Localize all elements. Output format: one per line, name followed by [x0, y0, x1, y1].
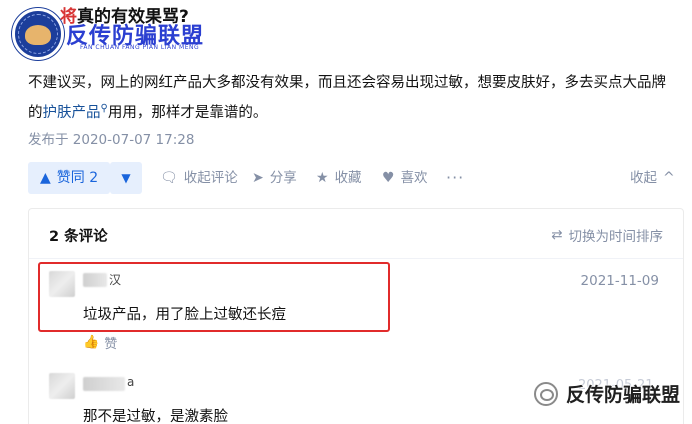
triangle-down-icon: ▼: [121, 171, 131, 185]
wechat-icon: [534, 381, 558, 406]
collapse-label: 收起: [630, 170, 657, 186]
comment-text: 那不是过敏，是激素脸: [83, 409, 228, 424]
comment-like-button[interactable]: 👍 赞: [83, 333, 117, 352]
like-label: 喜欢: [400, 170, 428, 186]
watermark-text: 反传防骗联盟: [566, 384, 681, 406]
comment-icon: 🗨: [160, 170, 178, 186]
downvote-button[interactable]: ▼: [110, 162, 142, 194]
collapse-button[interactable]: 收起 ^: [630, 162, 675, 194]
more-icon: ···: [446, 168, 465, 187]
toggle-comments-label: 收起评论: [183, 170, 238, 186]
upvote-label: 赞同 2: [56, 170, 99, 186]
chevron-up-icon: ^: [663, 170, 675, 186]
share-button[interactable]: ➤ 分享: [252, 162, 297, 194]
comment-author-tail: a: [127, 375, 135, 389]
comment-date: 2021-11-09: [580, 273, 659, 289]
search-icon[interactable]: ⚲: [101, 103, 108, 114]
logo-subtitle: FAN CHUAN FANG PIAN LIAN MENG: [80, 44, 200, 51]
comment-author[interactable]: [83, 377, 125, 391]
avatar[interactable]: [49, 373, 75, 399]
publish-time: 发布于 2020-07-07 17:28: [28, 132, 195, 148]
answer-text-2: 用用，那样才是靠谱的。: [107, 104, 268, 121]
swap-icon: ⇄: [551, 227, 563, 243]
product-link[interactable]: 护肤产品: [43, 105, 101, 121]
star-icon: ★: [316, 170, 329, 186]
sort-toggle-label: 切换为时间排序: [568, 229, 664, 245]
triangle-up-icon: ▲: [40, 170, 51, 186]
answer-actions: ▲ 赞同 2 ▼ 🗨 收起评论 ➤ 分享 ★ 收藏 ♥ 喜欢 ··· 收起 ^: [28, 162, 678, 194]
thumb-up-icon: 👍: [83, 335, 100, 350]
alliance-logo-icon: [12, 8, 64, 60]
more-button[interactable]: ···: [446, 162, 464, 194]
watermark: 反传防骗联盟: [534, 380, 680, 407]
comment-like-label: 赞: [104, 337, 118, 352]
share-icon: ➤: [252, 170, 264, 186]
highlight-box: [38, 262, 390, 332]
comments-count: 2 条评论: [49, 229, 108, 245]
upvote-button[interactable]: ▲ 赞同 2: [28, 162, 111, 194]
like-button[interactable]: ♥ 喜欢: [382, 162, 428, 194]
comments-header: 2 条评论 ⇄ 切换为时间排序: [29, 209, 683, 259]
share-label: 分享: [269, 170, 297, 186]
question-header: 将真的有效果骂? 反传防骗联盟 FAN CHUAN FANG PIAN LIAN…: [0, 0, 692, 62]
sort-toggle-button[interactable]: ⇄ 切换为时间排序: [551, 225, 663, 245]
favorite-button[interactable]: ★ 收藏: [316, 162, 362, 194]
answer-body: 不建议买，网上的网红产品大多都没有效果，而且还会容易出现过敏，想要皮肤好，多去买…: [28, 70, 668, 126]
toggle-comments-button[interactable]: 🗨 收起评论: [160, 162, 238, 194]
favorite-label: 收藏: [334, 170, 362, 186]
heart-icon: ♥: [382, 170, 395, 186]
